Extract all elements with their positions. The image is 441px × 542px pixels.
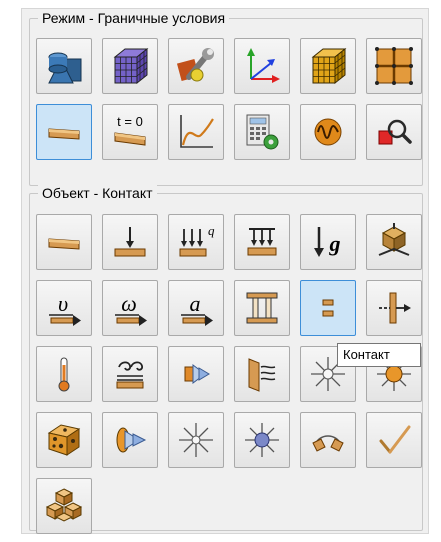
flux-cylinder-button[interactable] — [102, 412, 158, 468]
force-icon — [114, 227, 146, 257]
axes-icon — [247, 48, 280, 83]
check-tool-button[interactable] — [366, 412, 422, 468]
magnify-results-mode-button[interactable] — [366, 104, 422, 160]
point-source-button[interactable] — [168, 412, 224, 468]
pillar-button[interactable] — [234, 280, 290, 336]
angular-velocity-icon: ω — [115, 291, 147, 326]
angular-velocity-button[interactable]: ω — [102, 280, 158, 336]
point-sun-button[interactable] — [234, 412, 290, 468]
boundary-conditions-icon — [48, 128, 80, 140]
body-icon — [48, 238, 80, 250]
gravity-icon: g — [314, 227, 341, 257]
check-tool-icon — [379, 425, 411, 454]
initial-conditions-label: t = 0 — [117, 114, 143, 129]
convection-icon — [116, 361, 144, 389]
connector-icon — [312, 435, 344, 452]
axes-mode-button[interactable] — [234, 38, 290, 94]
tools-wrench-icon — [176, 48, 214, 82]
radiation-wall-button[interactable] — [234, 346, 290, 402]
acceleration-button[interactable]: a — [168, 280, 224, 336]
thermometer-icon — [58, 357, 70, 392]
distributed-load-label: q — [208, 223, 215, 238]
velocity-label: υ — [58, 291, 68, 316]
geometry-shapes-icon — [48, 52, 82, 84]
contact-icon — [322, 299, 334, 317]
mesh-mode-button[interactable] — [102, 38, 158, 94]
calculator-settings-icon — [246, 114, 279, 150]
initial-conditions-mode-button[interactable]: t = 0 — [102, 104, 158, 160]
joint-icon — [379, 292, 411, 324]
contact-tooltip: Контакт — [337, 343, 421, 367]
body-button[interactable] — [36, 214, 92, 270]
grid-nodes-icon — [375, 47, 413, 85]
initial-conditions-icon: t = 0 — [114, 114, 146, 146]
waveform-icon — [314, 118, 342, 146]
connector-button[interactable] — [300, 412, 356, 468]
magnify-results-icon — [378, 119, 412, 145]
waveform-mode-button[interactable] — [300, 104, 356, 160]
mesh-cube-icon — [113, 47, 149, 85]
pillar-icon — [246, 292, 278, 324]
heat-flux-button[interactable] — [168, 346, 224, 402]
point-source-star-icon — [179, 423, 213, 457]
radiation-wall-icon — [248, 358, 276, 392]
curve-plot-mode-button[interactable] — [168, 104, 224, 160]
geometry-mode-button[interactable] — [36, 38, 92, 94]
flux-cylinder-icon — [116, 427, 147, 453]
pressure-button[interactable] — [234, 214, 290, 270]
temperature-button[interactable] — [36, 346, 92, 402]
gravity-label: g — [329, 231, 341, 256]
distributed-load-button[interactable]: q — [168, 214, 224, 270]
heat-source-button[interactable] — [36, 412, 92, 468]
heat-source-cube-icon — [47, 424, 81, 456]
contact-button[interactable] — [300, 280, 356, 336]
convection-button[interactable] — [102, 346, 158, 402]
object-group-title: Объект - Контакт — [38, 185, 157, 201]
acceleration-label: a — [190, 291, 201, 316]
joint-button[interactable] — [366, 280, 422, 336]
velocity-icon: υ — [49, 291, 81, 326]
calculator-settings-mode-button[interactable] — [234, 104, 290, 160]
angular-velocity-label: ω — [121, 291, 137, 316]
pressure-icon — [247, 228, 277, 256]
acceleration-icon: a — [181, 291, 213, 326]
curve-plot-icon — [180, 115, 214, 148]
heat-flux-icon — [184, 364, 210, 384]
distributed-load-icon: q — [179, 223, 215, 257]
velocity-button[interactable]: υ — [36, 280, 92, 336]
mode-group-title: Режим - Граничные условия — [38, 10, 230, 26]
tools-mode-button[interactable] — [168, 38, 224, 94]
boundary-conditions-mode-button[interactable] — [36, 104, 92, 160]
point-source-sun-icon — [245, 423, 279, 457]
mesh-cube-gold-icon — [311, 47, 347, 85]
grid-mode-button[interactable] — [366, 38, 422, 94]
support-button[interactable] — [366, 214, 422, 270]
gravity-button[interactable]: g — [300, 214, 356, 270]
force-button[interactable] — [102, 214, 158, 270]
mesh-gold-mode-button[interactable] — [300, 38, 356, 94]
support-icon — [378, 223, 410, 256]
assembly-button[interactable] — [36, 478, 92, 534]
assembly-cubes-icon — [45, 488, 83, 522]
